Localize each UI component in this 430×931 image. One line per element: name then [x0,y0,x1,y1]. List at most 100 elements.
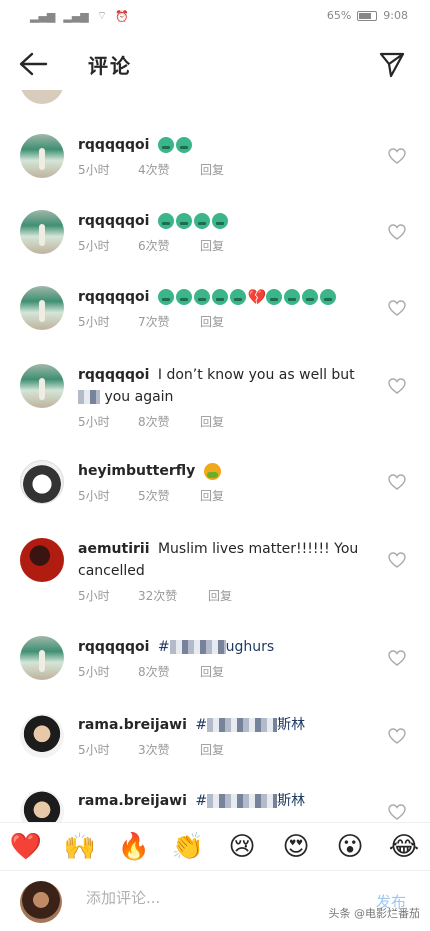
heart-outline-icon[interactable] [388,148,406,164]
comment-username[interactable]: aemutirii [78,541,150,557]
comment-time: 5小时 [78,665,110,679]
heart-outline-icon[interactable] [388,650,406,666]
comment-username[interactable]: rqqqqqoi [78,639,149,655]
comment-input[interactable] [86,889,336,907]
avatar[interactable] [20,210,64,254]
comment-text: rqqqqqoi I don’t know you as well but yo… [78,364,368,408]
comment-time: 5小时 [78,239,110,253]
sick-face-icon [193,289,210,305]
sick-face-icon [319,289,336,305]
comment-text: rqqqqqoi # ughurs [78,636,368,658]
comment-text: rqqqqqoi [78,210,368,232]
header: 评论 [0,38,430,90]
comment-likes[interactable]: 7次赞 [138,313,200,330]
avatar[interactable] [20,636,64,680]
reply-button[interactable]: 回复 [200,487,224,504]
hashtag-tail: ughurs [225,639,275,655]
comment-likes[interactable]: 8次赞 [138,413,200,430]
comment-meta: 5小时 8次赞 回复 [78,663,224,680]
avatar[interactable] [20,286,64,330]
heart-outline-icon[interactable] [388,474,406,490]
heart-outline-icon[interactable] [388,300,406,316]
surprised-reaction-button[interactable]: 😮 [332,829,368,865]
censored-block [207,794,278,808]
reply-button[interactable]: 回复 [200,161,224,178]
sick-face-icon [283,289,300,305]
comment-username[interactable]: rqqqqqoi [78,137,149,153]
avatar[interactable] [20,364,64,408]
comment-text: rama.breijawi # 斯林 [78,714,368,736]
hashtag-link[interactable]: # 斯林 [195,793,305,809]
comment-text: rqqqqqoi 💔 [78,286,378,308]
fire-reaction-button[interactable]: 🔥 [116,829,152,865]
comment-username[interactable]: heyimbutterfly [78,463,195,479]
comment-text: rqqqqqoi [78,134,368,156]
comment-likes[interactable]: 5次赞 [138,487,200,504]
reply-button[interactable]: 回复 [200,237,224,254]
sick-face-icon [157,213,174,229]
comment-meta: 5小时 4次赞 回复 [78,161,224,178]
comment-time: 5小时 [78,589,110,603]
back-arrow-icon[interactable] [18,50,48,78]
comment-time: 5小时 [78,489,110,503]
avatar[interactable] [20,790,64,822]
heart-outline-icon[interactable] [388,378,406,394]
comment-text: rama.breijawi # 斯林 [78,790,368,812]
censored-block [207,718,278,732]
comment-username[interactable]: rama.breijawi [78,793,187,809]
comment-meta: 5小时 5次赞 回复 [78,487,224,504]
heart-reaction-button[interactable]: ❤️ [8,829,44,865]
battery-icon [357,10,378,21]
avatar[interactable] [20,538,64,582]
comment-username[interactable]: rqqqqqoi [78,289,149,305]
hashtag-link[interactable]: # 斯林 [195,717,305,733]
heart-outline-icon[interactable] [388,728,406,744]
sick-face-icon [229,289,246,305]
censored-block [78,390,100,404]
clock: 9:08 [383,9,408,22]
comment-likes[interactable]: 3次赞 [138,741,200,758]
sick-face-icon [157,289,174,305]
hashtag-link[interactable]: # ughurs [158,639,274,655]
heart-outline-icon[interactable] [388,804,406,820]
sick-face-icon [157,137,174,153]
heart-outline-icon[interactable] [388,552,406,568]
reply-button[interactable]: 回复 [200,313,224,330]
comment-content: I don’t know you as well but [157,367,355,383]
comment-time: 5小时 [78,163,110,177]
avatar[interactable] [20,460,64,504]
avatar [20,90,64,104]
laughing-reaction-button[interactable]: 😂 [386,829,422,865]
avatar[interactable] [20,714,64,758]
reply-button[interactable]: 回复 [200,741,224,758]
comment-username[interactable]: rqqqqqoi [78,367,149,383]
comment-username[interactable]: rqqqqqoi [78,213,149,229]
comment-list[interactable]: rqqqqqoi 5小时 4次赞 回复 rqqqqqoi 5小时 6次赞 回复 [0,90,430,822]
comment-content-continued: cancelled [78,563,145,579]
heart-outline-icon[interactable] [388,224,406,240]
reply-button[interactable]: 回复 [200,413,224,430]
comment-username[interactable]: rama.breijawi [78,717,187,733]
sick-face-icon [211,213,228,229]
hashtag-symbol: # [195,793,208,809]
comment-meta: 5小时 6次赞 回复 [78,237,224,254]
comment-likes[interactable]: 6次赞 [138,237,200,254]
wifi-icon: ⌔ [96,9,108,22]
sick-emoji-run [157,213,228,229]
broken-heart-icon: 💔 [247,288,267,306]
reply-button[interactable]: 回复 [200,663,224,680]
raising-hands-reaction-button[interactable]: 🙌 [62,829,98,865]
comment-likes[interactable]: 8次赞 [138,663,200,680]
sick-face-icon [175,213,192,229]
vomiting-face-icon [203,462,221,480]
alarm-icon: ⏰ [115,9,129,23]
crying-reaction-button[interactable]: 😢 [224,829,260,865]
clapping-reaction-button[interactable]: 👏 [170,829,206,865]
avatar[interactable] [20,134,64,178]
heart-eyes-reaction-button[interactable]: 😍 [278,829,314,865]
comment-likes[interactable]: 4次赞 [138,161,200,178]
comment-text: heyimbutterfly [78,460,368,482]
comment-likes[interactable]: 32次赞 [138,587,208,604]
send-icon[interactable] [378,50,406,78]
reply-button[interactable]: 回复 [208,587,232,604]
